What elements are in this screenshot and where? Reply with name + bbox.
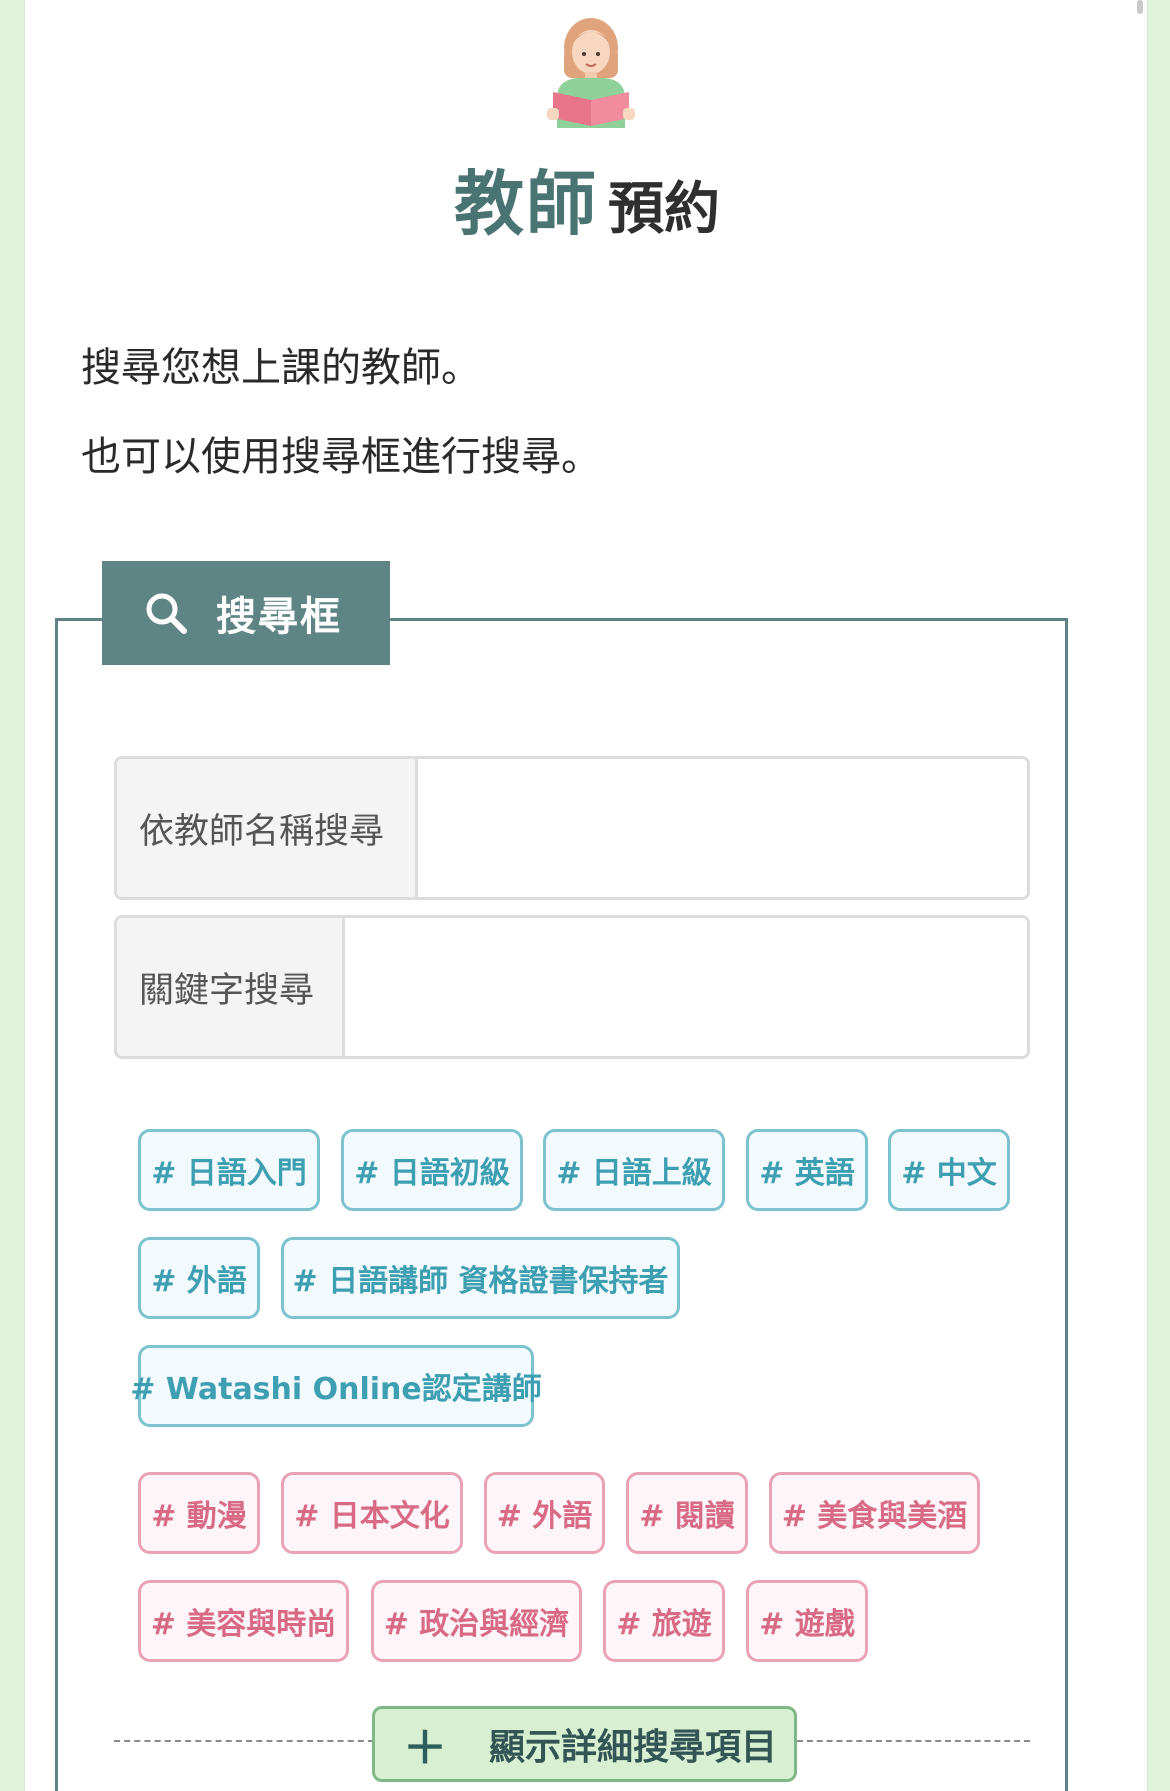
teacher-name-input[interactable] — [418, 759, 1027, 897]
tag-travel[interactable]: # 旅遊 — [603, 1580, 725, 1662]
search-box-tab: 搜尋框 — [102, 561, 390, 665]
scroll-indicator — [1137, 0, 1143, 14]
tag-certified-japanese-teacher[interactable]: # 日語講師 資格證書保持者 — [281, 1237, 680, 1319]
search-icon — [146, 593, 187, 634]
tag-chinese[interactable]: # 中文 — [888, 1129, 1010, 1211]
tag-japanese-intro[interactable]: # 日語入門 — [138, 1129, 320, 1211]
tag-japanese-beginner[interactable]: # 日語初級 — [341, 1129, 523, 1211]
tag-foreign-language-interest[interactable]: # 外語 — [484, 1472, 605, 1554]
intro-line-2: 也可以使用搜尋框進行搜尋。 — [81, 434, 601, 480]
tag-anime[interactable]: # 動漫 — [138, 1472, 260, 1554]
keyword-label: 關鍵字搜尋 — [117, 918, 345, 1056]
divider-right — [797, 1740, 1030, 1742]
plus-icon: ＋ — [403, 1723, 447, 1774]
tag-games[interactable]: # 遊戲 — [746, 1580, 868, 1662]
tag-food-and-wine[interactable]: # 美食與美酒 — [769, 1472, 980, 1554]
tag-foreign-language[interactable]: # 外語 — [138, 1237, 260, 1319]
search-box-title: 搜尋框 — [216, 594, 342, 640]
intro-line-1: 搜尋您想上課的教師。 — [81, 345, 481, 391]
tag-japanese-advanced[interactable]: # 日語上級 — [543, 1129, 725, 1211]
divider-left — [114, 1740, 374, 1742]
tag-beauty-and-fashion[interactable]: # 美容與時尚 — [138, 1580, 349, 1662]
teacher-reading-icon — [547, 18, 635, 128]
teacher-name-field: 依教師名稱搜尋 — [114, 756, 1030, 900]
show-detailed-search-label: 顯示詳細搜尋項目 — [489, 1727, 778, 1768]
tag-reading[interactable]: # 閱讀 — [626, 1472, 748, 1554]
tag-english[interactable]: # 英語 — [746, 1129, 868, 1211]
title-main: 教師 — [454, 163, 598, 245]
title-sub: 預約 — [608, 177, 720, 242]
show-detailed-search-button[interactable]: ＋ 顯示詳細搜尋項目 — [372, 1706, 797, 1782]
page-title: 教師 預約 — [25, 148, 1149, 249]
keyword-input[interactable] — [345, 918, 1027, 1056]
tag-watashi-online-teacher[interactable]: # Watashi Online認定講師 — [130, 1345, 542, 1427]
keyword-field: 關鍵字搜尋 — [114, 915, 1030, 1059]
teacher-name-label: 依教師名稱搜尋 — [117, 759, 418, 897]
tag-japanese-culture[interactable]: # 日本文化 — [281, 1472, 463, 1554]
tag-politics-and-economy[interactable]: # 政治與經濟 — [371, 1580, 582, 1662]
